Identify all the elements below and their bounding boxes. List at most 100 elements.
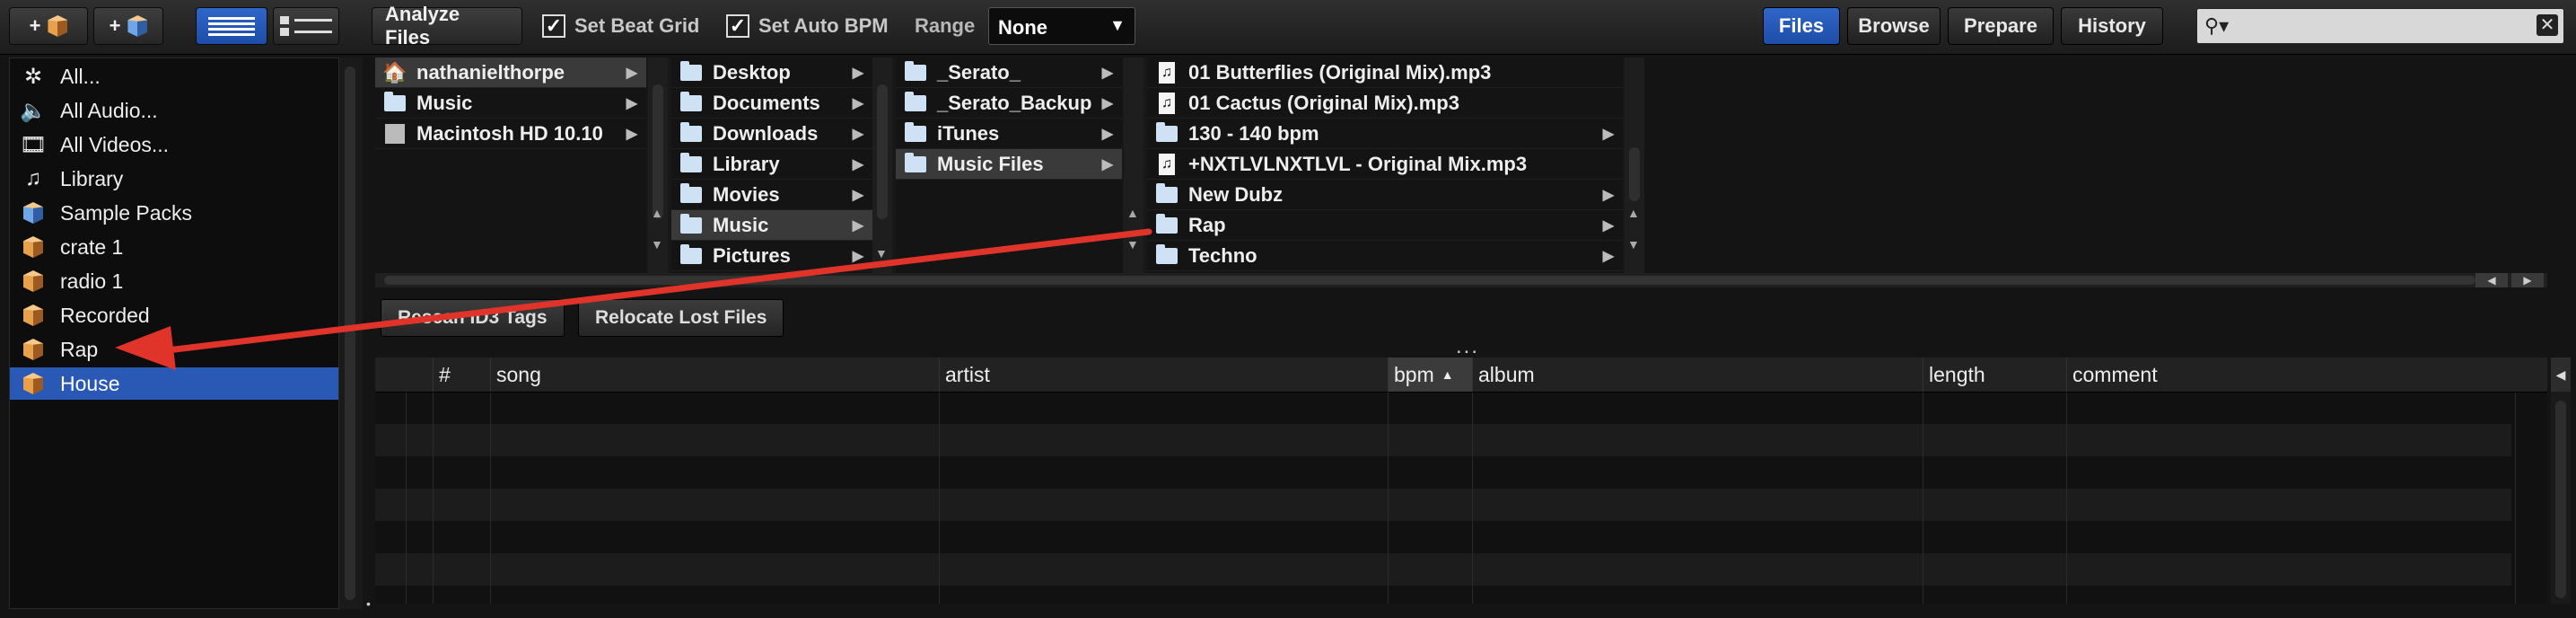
sidebar-item-label: radio 1 [60,269,124,293]
scroll-left-icon[interactable]: ◀ [2475,273,2508,287]
column-header-song[interactable]: song [490,358,939,392]
scroll-down-icon[interactable]: ▼ [875,246,888,260]
range-label: Range [915,14,976,37]
magnifier-icon[interactable]: ⚲▾ [2204,14,2229,38]
scroll-thumb[interactable] [345,66,355,600]
sidebar-item-sample-packs[interactable]: Sample Packs [10,197,338,229]
scroll-up-icon[interactable]: ▲ [1126,206,1139,220]
sidebar-item-recorded[interactable]: Recorded [10,299,338,331]
top-toolbar: + + Analyze Files ✓ Set Beat Grid ✓ Set … [0,0,2576,55]
detail-view-button[interactable] [273,7,339,45]
scroll-thumb[interactable] [2555,401,2566,598]
sidebar-item-house[interactable]: House [10,367,338,400]
browser-row-movies[interactable]: Movies ▶ [671,180,872,210]
browser-row-downloads[interactable]: Downloads ▶ [671,119,872,149]
table-row[interactable] [375,424,2511,456]
table-row[interactable] [375,553,2511,586]
browser-row-rap-folder[interactable]: Rap ▶ [1147,210,1623,241]
browser-row-butterflies[interactable]: ♫ 01 Butterflies (Original Mix).mp3 [1147,57,1623,88]
list-view-button[interactable] [196,7,267,45]
browser-row-label: Documents [713,91,820,114]
browser-row-home[interactable]: 🏠 nathanielthorpe ▶ [375,57,646,88]
sidebar-item-all[interactable]: ✲ All... [10,60,338,93]
column-scrollbar[interactable]: ▲ ▼ [648,57,668,273]
column-chooser-icon[interactable]: ◀ [2551,358,2571,392]
scroll-down-icon[interactable]: ▼ [1126,237,1139,252]
column-header-album[interactable]: album [1472,358,1923,392]
scroll-right-icon[interactable]: ▶ [2511,273,2544,287]
browser-row-music-folder[interactable]: Music ▶ [671,210,872,241]
browser-row-serato-backup[interactable]: _Serato_Backup ▶ [896,88,1122,119]
analyze-files-button[interactable]: Analyze Files [372,3,522,49]
column-header-length[interactable]: length [1923,358,2066,392]
browser-row-130-140-bpm[interactable]: 130 - 140 bpm ▶ [1147,119,1623,149]
browser-row-techno[interactable]: Techno ▶ [1147,241,1623,271]
scroll-thumb[interactable] [1629,147,1640,201]
sidebar-item-all-audio[interactable]: 🔈 All Audio... [10,94,338,127]
scroll-up-icon[interactable]: ▲ [1627,206,1640,220]
column-header-number[interactable]: # [433,358,490,392]
scroll-thumb[interactable] [384,276,2475,285]
browser-row-music-files[interactable]: Music Files ▶ [896,149,1122,180]
browser-row-cactus[interactable]: ♫ 01 Cactus (Original Mix).mp3 [1147,88,1623,119]
sidebar-item-library[interactable]: ♫ Library [10,163,338,195]
browser-row-nxtlvl[interactable]: ♫ +NXTLVLNXTLVL - Original Mix.mp3 [1147,149,1623,180]
sidebar-item-rap[interactable]: Rap [10,333,338,366]
scroll-thumb[interactable] [877,84,888,219]
column-scrollbar[interactable]: ▲ ▼ [1124,57,1143,273]
scroll-down-icon[interactable]: ▼ [651,237,663,252]
search-input[interactable]: ⚲▾ ✕ [2196,8,2564,44]
browser-row-documents[interactable]: Documents ▶ [671,88,872,119]
close-icon[interactable]: ✕ [2537,14,2558,36]
browser-row-music[interactable]: Music ▶ [375,88,646,119]
column-header-comment[interactable]: comment [2066,358,2515,392]
browser-row-label: Macintosh HD 10.10 [416,121,603,145]
tab-browse[interactable]: Browse [1847,7,1941,45]
table-row[interactable] [375,586,2511,618]
browser-row-label: Downloads [713,121,819,145]
relocate-lost-files-button[interactable]: Relocate Lost Files [578,299,784,337]
browser-row-pictures[interactable]: Pictures ▶ [671,241,872,271]
table-scrollbar[interactable]: ◀ [2551,358,2571,604]
sidebar-item-radio-1[interactable]: radio 1 [10,265,338,297]
checkmark-icon: ✓ [726,14,749,38]
scroll-down-icon[interactable]: ▼ [1627,237,1640,252]
browser-row-itunes[interactable]: iTunes ▶ [896,119,1122,149]
table-row[interactable] [375,456,2511,489]
set-beat-grid-checkbox[interactable]: ✓ Set Beat Grid [542,11,699,41]
sidebar-item-label: Recorded [60,303,150,327]
table-row[interactable] [375,521,2511,553]
browser-row-new-dubz[interactable]: New Dubz ▶ [1147,180,1623,210]
column-scrollbar[interactable]: ▲ ▼ [1625,57,1644,273]
table-row[interactable] [375,392,2511,424]
chevron-right-icon: ▶ [1101,65,1113,81]
rescan-id3-tags-button[interactable]: Rescan ID3 Tags [381,299,565,337]
set-auto-bpm-checkbox[interactable]: ✓ Set Auto BPM [726,11,889,41]
add-smart-crate-button[interactable]: + [93,7,163,45]
browser-row-label: Desktop [713,60,791,84]
table-row[interactable] [375,489,2511,521]
column-divider [2515,358,2516,604]
column-header-bpm[interactable]: bpm ▲ [1388,358,1472,392]
tab-history[interactable]: History [2061,7,2163,45]
sidebar-scrollbar[interactable] [339,57,363,609]
column-header-artist[interactable]: artist [939,358,1388,392]
browser-row-macintosh-hd[interactable]: Macintosh HD 10.10 ▶ [375,119,646,149]
browser-row-desktop[interactable]: Desktop ▶ [671,57,872,88]
resize-handle[interactable]: ... [1456,334,1479,359]
column-scrollbar[interactable]: ▼ [872,57,892,273]
sidebar-item-crate-1[interactable]: crate 1 [10,231,338,263]
plus-icon: + [29,14,41,37]
scroll-up-icon[interactable]: ▲ [651,206,663,220]
tab-prepare[interactable]: Prepare [1948,7,2054,45]
scroll-thumb[interactable] [653,84,663,219]
browser-row-library[interactable]: Library ▶ [671,149,872,180]
browser-horizontal-scrollbar[interactable]: ◀ ▶ [375,273,2547,287]
add-crate-button[interactable]: + [9,7,88,45]
tab-files[interactable]: Files [1763,7,1840,45]
browser-row-label: Movies [713,182,780,206]
sidebar-item-all-videos[interactable]: 🎞 All Videos... [10,128,338,161]
set-auto-bpm-label: Set Auto BPM [758,14,889,37]
range-select[interactable]: None ▼ [988,7,1135,45]
browser-row-serato[interactable]: _Serato_ ▶ [896,57,1122,88]
